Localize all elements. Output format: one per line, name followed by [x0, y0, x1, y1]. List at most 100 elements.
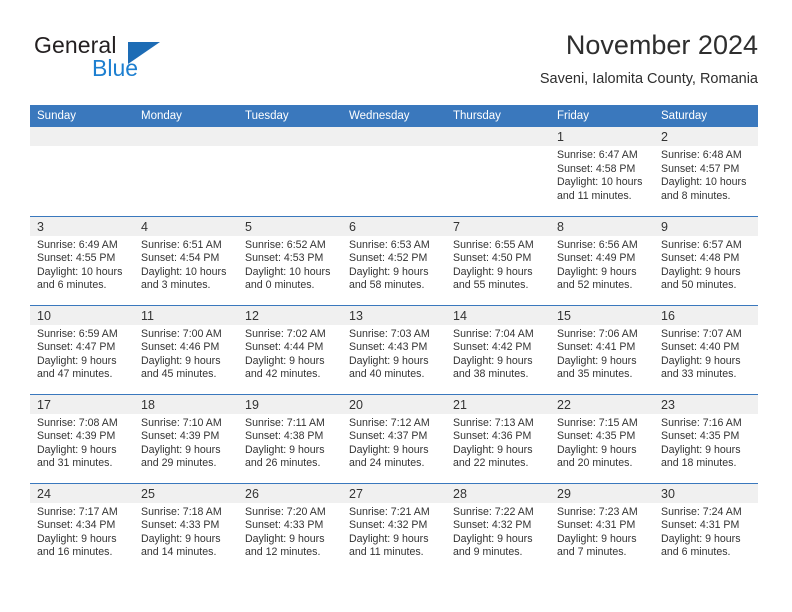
calendar-day-cell[interactable]: 13 Sunrise: 7:03 AM Sunset: 4:43 PM Dayligh…	[342, 304, 446, 394]
calendar-day-cell[interactable]: 20 Sunrise: 7:12 AM Sunset: 4:37 PM Dayligh…	[342, 393, 446, 483]
daylight-duration-line1: Daylight: 9 hours	[349, 443, 429, 456]
daylight-duration-line2: and 6 minutes.	[37, 279, 107, 292]
sunrise-time: Sunrise: 7:12 AM	[349, 416, 430, 429]
calendar-day-cell[interactable]: 14 Sunrise: 7:04 AM Sunset: 4:42 PM Dayligh…	[446, 304, 550, 394]
calendar-day-cell[interactable]: 26 Sunrise: 7:20 AM Sunset: 4:33 PM Dayligh…	[238, 482, 342, 572]
day-number: 28	[446, 483, 550, 503]
calendar-day-cell[interactable]: 19 Sunrise: 7:11 AM Sunset: 4:38 PM Dayligh…	[238, 393, 342, 483]
daylight-duration-line2: and 40 minutes.	[349, 368, 425, 381]
sunset-time: Sunset: 4:31 PM	[661, 519, 740, 532]
daylight-duration-line2: and 12 minutes.	[245, 546, 321, 559]
daylight-duration-line2: and 24 minutes.	[349, 457, 425, 470]
sunset-time: Sunset: 4:48 PM	[661, 252, 740, 265]
daylight-duration-line2: and 3 minutes.	[141, 279, 211, 292]
calendar-day-cell[interactable]: 17 Sunrise: 7:08 AM Sunset: 4:39 PM Dayligh…	[30, 393, 134, 483]
calendar-day-cell[interactable]: 16 Sunrise: 7:07 AM Sunset: 4:40 PM Dayligh…	[654, 304, 758, 394]
day-details: Sunrise: 6:51 AM Sunset: 4:54 PM Daylight:…	[134, 236, 238, 293]
sunset-time: Sunset: 4:42 PM	[453, 341, 532, 354]
sunset-time: Sunset: 4:52 PM	[349, 252, 428, 265]
daylight-duration-line2: and 55 minutes.	[453, 279, 529, 292]
day-number: 2	[654, 127, 758, 146]
daylight-duration-line1: Daylight: 9 hours	[661, 354, 741, 367]
day-number	[238, 127, 342, 146]
calendar-day-cell[interactable]: 6 Sunrise: 6:53 AM Sunset: 4:52 PM Daylight…	[342, 215, 446, 305]
day-number: 11	[134, 305, 238, 325]
sunset-time: Sunset: 4:41 PM	[557, 341, 636, 354]
weekday-header-friday: Friday	[550, 105, 654, 127]
daylight-duration-line1: Daylight: 9 hours	[557, 443, 637, 456]
day-number: 25	[134, 483, 238, 503]
sunset-time: Sunset: 4:43 PM	[349, 341, 428, 354]
day-details: Sunrise: 6:57 AM Sunset: 4:48 PM Daylight:…	[654, 236, 758, 293]
daylight-duration-line2: and 29 minutes.	[141, 457, 217, 470]
daylight-duration-line1: Daylight: 9 hours	[453, 265, 533, 278]
calendar-day-cell[interactable]: 10 Sunrise: 6:59 AM Sunset: 4:47 PM Dayligh…	[30, 304, 134, 394]
weekday-header-sunday: Sunday	[30, 105, 134, 127]
weekday-header-monday: Monday	[134, 105, 238, 127]
day-details: Sunrise: 6:52 AM Sunset: 4:53 PM Daylight:…	[238, 236, 342, 293]
sunrise-time: Sunrise: 7:18 AM	[141, 505, 222, 518]
calendar-day-cell[interactable]: 5 Sunrise: 6:52 AM Sunset: 4:53 PM Daylight…	[238, 215, 342, 305]
calendar-day-cell[interactable]: 9 Sunrise: 6:57 AM Sunset: 4:48 PM Daylight…	[654, 215, 758, 305]
day-details: Sunrise: 7:10 AM Sunset: 4:39 PM Daylight:…	[134, 414, 238, 471]
sunset-time: Sunset: 4:53 PM	[245, 252, 324, 265]
calendar-day-cell[interactable]: 23 Sunrise: 7:16 AM Sunset: 4:35 PM Dayligh…	[654, 393, 758, 483]
daylight-duration-line1: Daylight: 9 hours	[37, 354, 117, 367]
weekday-header-tuesday: Tuesday	[238, 105, 342, 127]
day-number: 29	[550, 483, 654, 503]
calendar-day-cell[interactable]: 27 Sunrise: 7:21 AM Sunset: 4:32 PM Dayligh…	[342, 482, 446, 572]
day-details: Sunrise: 7:04 AM Sunset: 4:42 PM Daylight:…	[446, 325, 550, 382]
calendar-day-cell[interactable]: 3 Sunrise: 6:49 AM Sunset: 4:55 PM Daylight…	[30, 215, 134, 305]
day-number: 12	[238, 305, 342, 325]
calendar-day-cell[interactable]: 22 Sunrise: 7:15 AM Sunset: 4:35 PM Dayligh…	[550, 393, 654, 483]
logo-text-blue: Blue	[92, 55, 139, 81]
calendar-day-cell[interactable]: 2 Sunrise: 6:48 AM Sunset: 4:57 PM Daylight…	[654, 127, 758, 216]
daylight-duration-line1: Daylight: 9 hours	[557, 532, 637, 545]
calendar-day-cell[interactable]: 7 Sunrise: 6:55 AM Sunset: 4:50 PM Daylight…	[446, 215, 550, 305]
day-number: 8	[550, 216, 654, 236]
daylight-duration-line2: and 0 minutes.	[245, 279, 315, 292]
general-blue-logo[interactable]: General Blue	[30, 32, 260, 88]
daylight-duration-line1: Daylight: 9 hours	[141, 443, 221, 456]
day-number	[342, 127, 446, 146]
daylight-duration-line2: and 18 minutes.	[661, 457, 737, 470]
calendar-day-cell[interactable]: 8 Sunrise: 6:56 AM Sunset: 4:49 PM Daylight…	[550, 215, 654, 305]
calendar-day-cell[interactable]: 15 Sunrise: 7:06 AM Sunset: 4:41 PM Dayligh…	[550, 304, 654, 394]
calendar-day-cell[interactable]: 28 Sunrise: 7:22 AM Sunset: 4:32 PM Dayligh…	[446, 482, 550, 572]
daylight-duration-line1: Daylight: 9 hours	[453, 532, 533, 545]
sunset-time: Sunset: 4:55 PM	[37, 252, 116, 265]
daylight-duration-line2: and 26 minutes.	[245, 457, 321, 470]
sunrise-time: Sunrise: 6:48 AM	[661, 149, 742, 161]
sunset-time: Sunset: 4:46 PM	[141, 341, 220, 354]
day-number: 21	[446, 394, 550, 414]
calendar-day-cell[interactable]: 24 Sunrise: 7:17 AM Sunset: 4:34 PM Dayligh…	[30, 482, 134, 572]
calendar-day-cell-empty	[238, 127, 342, 216]
calendar-day-cell[interactable]: 30 Sunrise: 7:24 AM Sunset: 4:31 PM Dayligh…	[654, 482, 758, 572]
sunrise-sunset-calendar: Sunday Monday Tuesday Wednesday Thursday…	[30, 105, 758, 572]
calendar-day-cell[interactable]: 4 Sunrise: 6:51 AM Sunset: 4:54 PM Daylight…	[134, 215, 238, 305]
day-details: Sunrise: 7:16 AM Sunset: 4:35 PM Daylight:…	[654, 414, 758, 471]
day-details: Sunrise: 7:12 AM Sunset: 4:37 PM Daylight:…	[342, 414, 446, 471]
sunset-time: Sunset: 4:32 PM	[453, 519, 532, 532]
daylight-duration-line1: Daylight: 9 hours	[37, 532, 117, 545]
calendar-day-cell[interactable]: 29 Sunrise: 7:23 AM Sunset: 4:31 PM Dayligh…	[550, 482, 654, 572]
daylight-duration-line2: and 20 minutes.	[557, 457, 633, 470]
calendar-day-cell[interactable]: 12 Sunrise: 7:02 AM Sunset: 4:44 PM Dayligh…	[238, 304, 342, 394]
daylight-duration-line2: and 6 minutes.	[661, 546, 731, 559]
sunrise-time: Sunrise: 6:52 AM	[245, 238, 326, 251]
sunset-time: Sunset: 4:54 PM	[141, 252, 220, 265]
daylight-duration-line2: and 31 minutes.	[37, 457, 113, 470]
calendar-day-cell[interactable]: 21 Sunrise: 7:13 AM Sunset: 4:36 PM Dayligh…	[446, 393, 550, 483]
daylight-duration-line1: Daylight: 10 hours	[37, 265, 123, 278]
day-number: 13	[342, 305, 446, 325]
calendar-day-cell[interactable]: 11 Sunrise: 7:00 AM Sunset: 4:46 PM Dayligh…	[134, 304, 238, 394]
day-number: 10	[30, 305, 134, 325]
daylight-duration-line1: Daylight: 10 hours	[661, 176, 747, 189]
calendar-day-cell-empty	[134, 127, 238, 216]
calendar-day-cell[interactable]: 18 Sunrise: 7:10 AM Sunset: 4:39 PM Dayligh…	[134, 393, 238, 483]
page-subtitle: Saveni, Ialomita County, Romania	[539, 71, 758, 87]
calendar-day-cell[interactable]: 25 Sunrise: 7:18 AM Sunset: 4:33 PM Dayligh…	[134, 482, 238, 572]
day-number: 19	[238, 394, 342, 414]
daylight-duration-line1: Daylight: 9 hours	[245, 532, 325, 545]
calendar-day-cell[interactable]: 1 Sunrise: 6:47 AM Sunset: 4:58 PM Daylight…	[550, 127, 654, 216]
